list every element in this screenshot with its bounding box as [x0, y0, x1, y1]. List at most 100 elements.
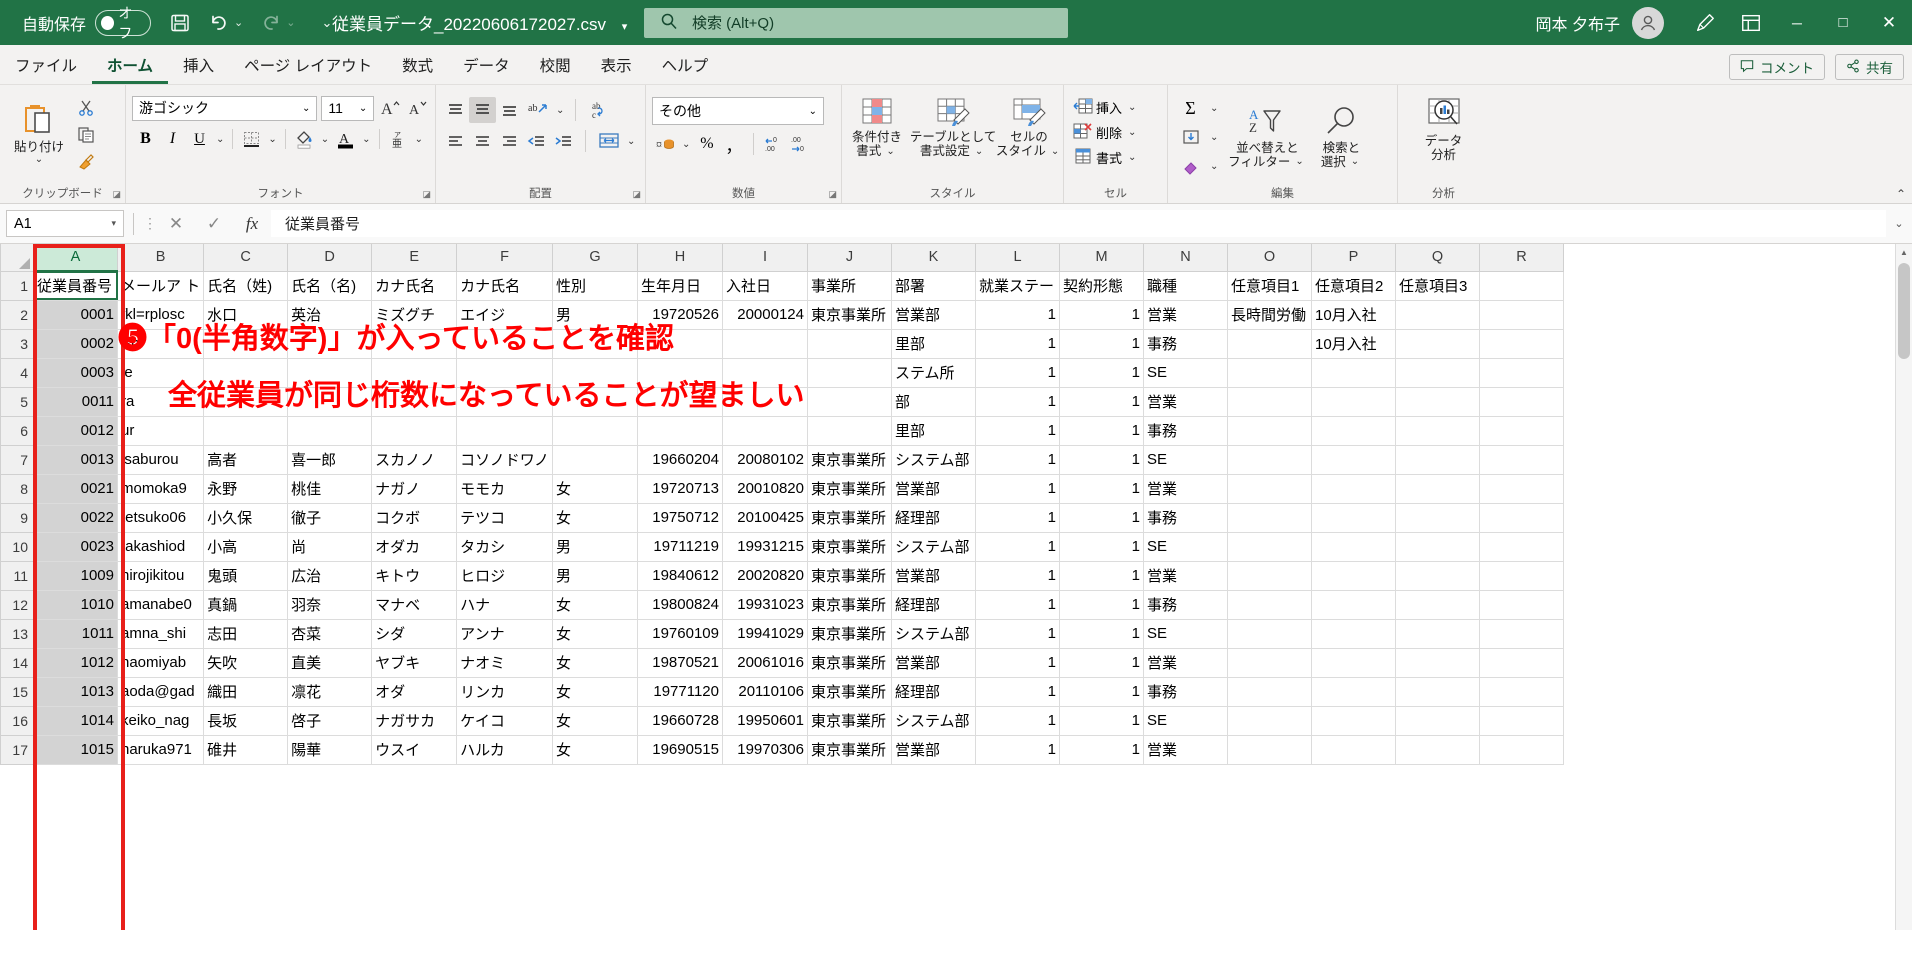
- row-header-6[interactable]: 6: [1, 416, 34, 445]
- cell-Q5[interactable]: [1395, 387, 1479, 416]
- phonetic-guide-icon[interactable]: ア亜: [385, 126, 412, 152]
- cell-P1[interactable]: 任意項目2: [1311, 271, 1395, 300]
- accounting-format-icon[interactable]: ¤: [652, 131, 679, 157]
- cell-C1[interactable]: 氏名（姓): [204, 271, 288, 300]
- cell-P11[interactable]: [1311, 561, 1395, 590]
- cell-P3[interactable]: 10月入社: [1311, 329, 1395, 358]
- cell-R12[interactable]: [1479, 590, 1563, 619]
- fill-caret[interactable]: ⌄: [1207, 132, 1221, 143]
- cell-K13[interactable]: システム部: [891, 619, 975, 648]
- comments-button[interactable]: コメント: [1729, 54, 1825, 80]
- cell-N4[interactable]: SE: [1143, 358, 1227, 387]
- cell-B10[interactable]: takashiod: [118, 532, 204, 561]
- autosum-caret[interactable]: ⌄: [1207, 103, 1221, 114]
- bold-button[interactable]: B: [132, 126, 159, 152]
- cell-H15[interactable]: 19771120: [637, 677, 722, 706]
- cell-I7[interactable]: 20080102: [722, 445, 807, 474]
- cell-R11[interactable]: [1479, 561, 1563, 590]
- cell-J9[interactable]: 東京事業所: [807, 503, 891, 532]
- cell-C16[interactable]: 長坂: [204, 706, 288, 735]
- cell-F14[interactable]: ナオミ: [457, 648, 553, 677]
- conditional-formatting-button[interactable]: 条件付き 書式⌄: [848, 94, 906, 161]
- cell-E14[interactable]: ヤブキ: [372, 648, 457, 677]
- cell-O10[interactable]: [1227, 532, 1311, 561]
- cell-R9[interactable]: [1479, 503, 1563, 532]
- align-center-icon[interactable]: [469, 128, 496, 154]
- cell-H17[interactable]: 19690515: [637, 735, 722, 764]
- insert-cells-button[interactable]: 挿入 ⌄: [1070, 96, 1161, 119]
- tab-review[interactable]: 校閲: [525, 50, 586, 84]
- cell-F6[interactable]: [457, 416, 553, 445]
- cell-A17[interactable]: 1015: [34, 735, 118, 764]
- cell-G13[interactable]: 女: [552, 619, 637, 648]
- copy-icon[interactable]: [72, 122, 99, 148]
- cell-M9[interactable]: 1: [1059, 503, 1143, 532]
- cell-M5[interactable]: 1: [1059, 387, 1143, 416]
- cell-J15[interactable]: 東京事業所: [807, 677, 891, 706]
- cell-I10[interactable]: 19931215: [722, 532, 807, 561]
- format-as-table-caret[interactable]: ⌄: [972, 146, 986, 158]
- cell-E9[interactable]: コクボ: [372, 503, 457, 532]
- tab-file[interactable]: ファイル: [0, 50, 92, 84]
- cell-K3[interactable]: 里部: [891, 329, 975, 358]
- cell-I6[interactable]: [722, 416, 807, 445]
- cell-N17[interactable]: 営業: [1143, 735, 1227, 764]
- cell-D6[interactable]: [288, 416, 372, 445]
- cell-A16[interactable]: 1014: [34, 706, 118, 735]
- share-button[interactable]: 共有: [1835, 54, 1904, 80]
- cell-A9[interactable]: 0022: [34, 503, 118, 532]
- maximize-button[interactable]: □: [1820, 0, 1866, 45]
- cell-K14[interactable]: 営業部: [891, 648, 975, 677]
- cell-P10[interactable]: [1311, 532, 1395, 561]
- cell-I15[interactable]: 20110106: [722, 677, 807, 706]
- wrap-text-icon[interactable]: abc: [584, 97, 616, 123]
- cell-N8[interactable]: 営業: [1143, 474, 1227, 503]
- cell-O14[interactable]: [1227, 648, 1311, 677]
- cell-C15[interactable]: 織田: [204, 677, 288, 706]
- row-header-3[interactable]: 3: [1, 329, 34, 358]
- column-header-O[interactable]: O: [1227, 244, 1311, 271]
- column-header-E[interactable]: E: [372, 244, 457, 271]
- cell-B17[interactable]: haruka971: [118, 735, 204, 764]
- cell-E8[interactable]: ナガノ: [372, 474, 457, 503]
- decrease-font-size-icon[interactable]: A: [406, 95, 429, 121]
- cell-H10[interactable]: 19711219: [637, 532, 722, 561]
- cell-J16[interactable]: 東京事業所: [807, 706, 891, 735]
- cell-L6[interactable]: 1: [975, 416, 1059, 445]
- cell-C6[interactable]: [204, 416, 288, 445]
- cell-H1[interactable]: 生年月日: [637, 271, 722, 300]
- cell-C17[interactable]: 碓井: [204, 735, 288, 764]
- cell-styles-button[interactable]: セルの スタイル⌄: [1000, 94, 1058, 161]
- cell-J14[interactable]: 東京事業所: [807, 648, 891, 677]
- cell-N2[interactable]: 営業: [1143, 300, 1227, 329]
- cell-E1[interactable]: カナ氏名: [372, 271, 457, 300]
- underline-dropdown-caret[interactable]: ⌄: [213, 134, 227, 145]
- cell-F13[interactable]: アンナ: [457, 619, 553, 648]
- cell-D7[interactable]: 喜一郎: [288, 445, 372, 474]
- redo-icon[interactable]: ⌄: [261, 13, 295, 33]
- autosave-control[interactable]: 自動保存 オフ: [22, 10, 151, 36]
- italic-button[interactable]: I: [159, 126, 186, 152]
- cell-N6[interactable]: 事務: [1143, 416, 1227, 445]
- cell-B7[interactable]: isaburou: [118, 445, 204, 474]
- paste-button[interactable]: 貼り付け ⌄: [6, 100, 72, 168]
- cell-M2[interactable]: 1: [1059, 300, 1143, 329]
- delete-cells-button[interactable]: 削除 ⌄: [1070, 121, 1161, 144]
- cell-B14[interactable]: naomiyab: [118, 648, 204, 677]
- format-cells-caret[interactable]: ⌄: [1125, 152, 1139, 163]
- borders-dropdown-caret[interactable]: ⌄: [265, 134, 279, 145]
- conditional-formatting-caret[interactable]: ⌄: [883, 146, 897, 158]
- cell-F12[interactable]: ハナ: [457, 590, 553, 619]
- cell-E7[interactable]: スカノノ: [372, 445, 457, 474]
- cell-N7[interactable]: SE: [1143, 445, 1227, 474]
- cell-L10[interactable]: 1: [975, 532, 1059, 561]
- cell-L3[interactable]: 1: [975, 329, 1059, 358]
- collapse-ribbon-icon[interactable]: ⌃: [1896, 187, 1906, 201]
- cell-I8[interactable]: 20010820: [722, 474, 807, 503]
- cell-P4[interactable]: [1311, 358, 1395, 387]
- cell-B9[interactable]: tetsuko06: [118, 503, 204, 532]
- cell-G8[interactable]: 女: [552, 474, 637, 503]
- cell-C13[interactable]: 志田: [204, 619, 288, 648]
- cell-F1[interactable]: カナ氏名: [457, 271, 553, 300]
- cell-O4[interactable]: [1227, 358, 1311, 387]
